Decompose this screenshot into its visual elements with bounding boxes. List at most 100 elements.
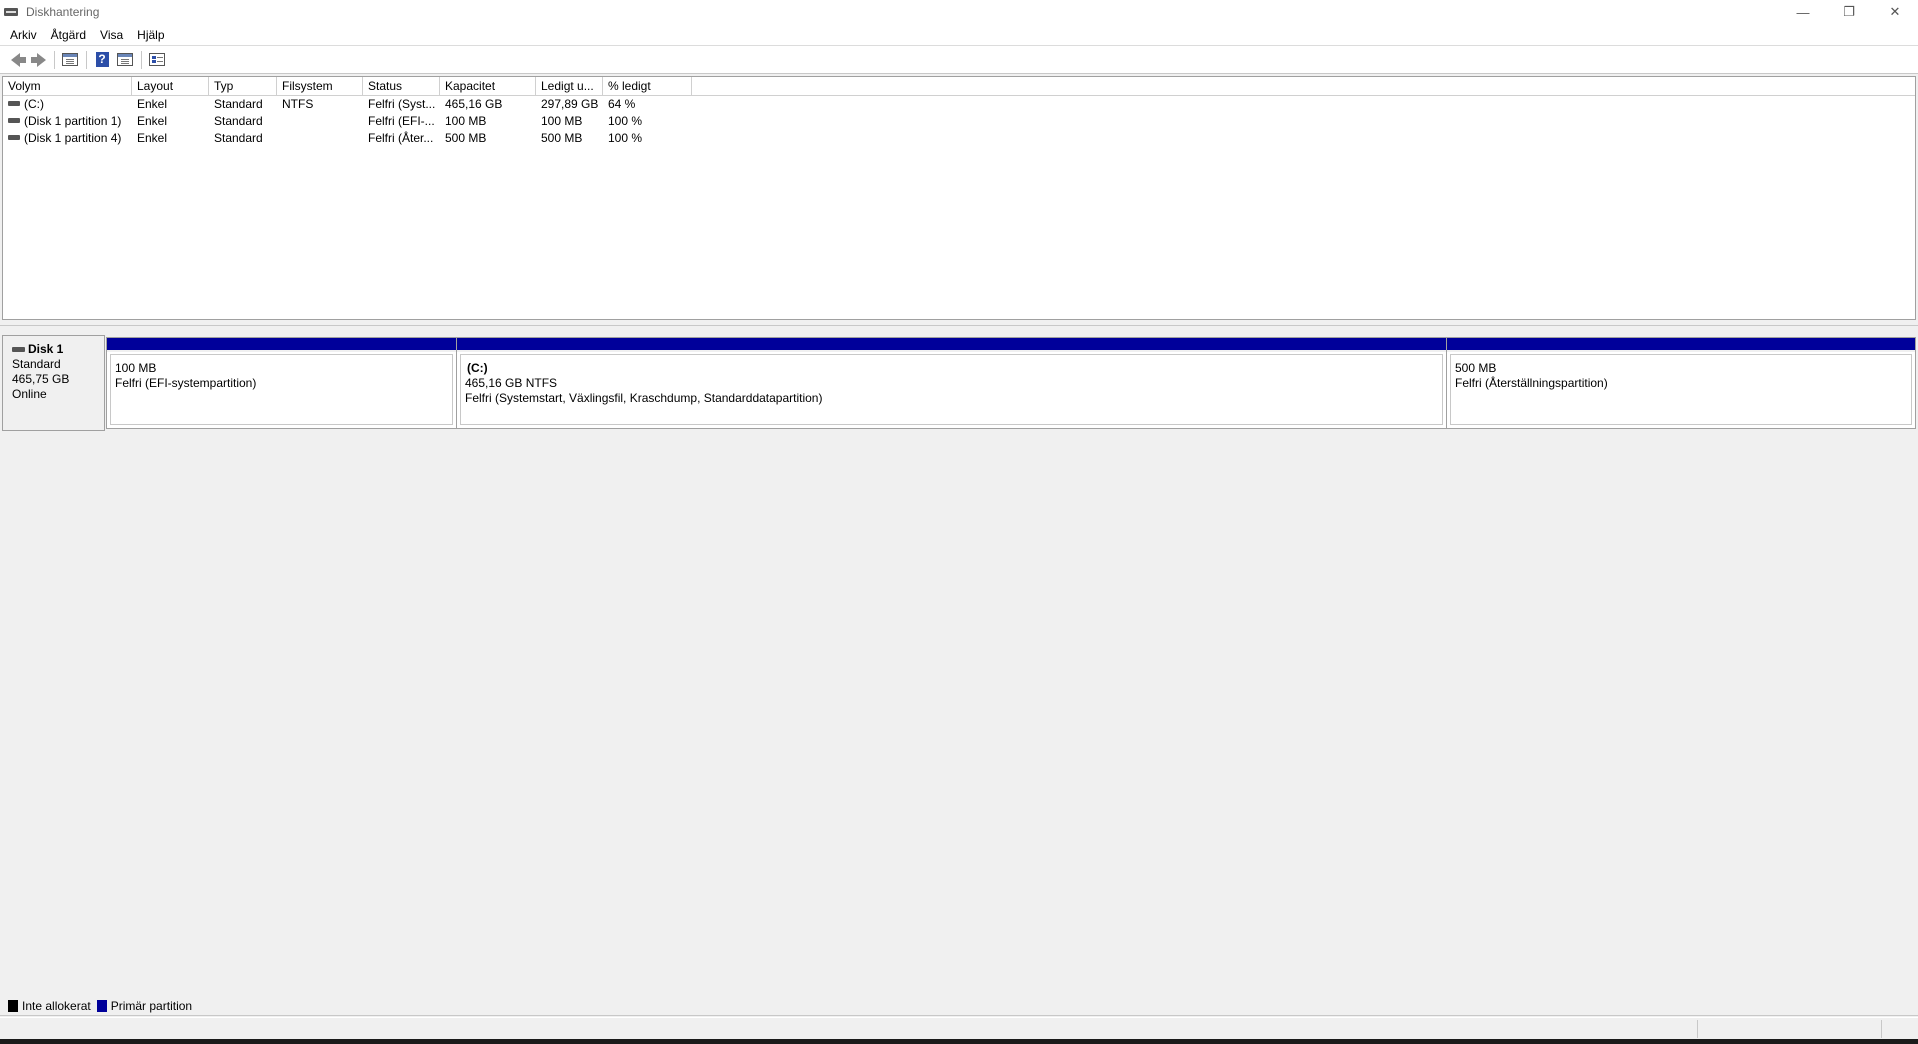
toolbar-separator [86, 50, 87, 69]
primary-partition-bar [107, 338, 456, 352]
partition-body: 100 MB Felfri (EFI-systempartition) [110, 354, 453, 425]
partition-c[interactable]: (C:) 465,16 GB NTFS Felfri (Systemstart,… [457, 338, 1447, 428]
column-header-kapacitet[interactable]: Kapacitet [440, 77, 536, 96]
toolbar-separator [141, 50, 142, 69]
menu-hjalp[interactable]: Hjälp [130, 25, 171, 45]
type-cell: Standard [214, 131, 263, 145]
volume-name: (C:) [24, 97, 44, 111]
column-header-volym[interactable]: Volym [3, 77, 132, 96]
free-space-cell: 297,89 GB [541, 97, 599, 111]
menu-arkiv[interactable]: Arkiv [3, 25, 44, 45]
capacity-cell: 100 MB [445, 114, 487, 128]
disk-info-block[interactable]: Disk 1 Standard 465,75 GB Online [2, 335, 105, 431]
legend-swatch-unallocated [8, 999, 18, 1012]
menu-visa[interactable]: Visa [93, 25, 130, 45]
pane-splitter[interactable] [0, 320, 1918, 326]
disk-name: Disk 1 [28, 342, 64, 356]
type-cell: Standard [214, 114, 263, 128]
column-header-ledigt-utrymme[interactable]: Ledigt u... [536, 77, 603, 96]
disk-management-icon [4, 5, 20, 19]
partition-size: 100 MB [115, 361, 157, 375]
partition-status: Felfri (Systemstart, Växlingsfil, Krasch… [465, 391, 823, 405]
partition-efi[interactable]: 100 MB Felfri (EFI-systempartition) [107, 338, 457, 428]
status-bar [0, 1017, 1918, 1039]
filesystem-cell [277, 113, 363, 130]
layout-cell: Enkel [137, 97, 168, 111]
partition-body: (C:) 465,16 GB NTFS Felfri (Systemstart,… [460, 354, 1443, 425]
partition-size: 500 MB [1455, 361, 1497, 375]
volume-icon [8, 135, 20, 141]
column-header-typ[interactable]: Typ [209, 77, 277, 96]
show-action-pane-button[interactable] [114, 49, 136, 71]
layout-cell: Enkel [137, 114, 168, 128]
disk-type: Standard [12, 357, 61, 371]
show-hide-console-tree-button[interactable] [59, 49, 81, 71]
capacity-cell: 465,16 GB [445, 97, 503, 111]
window-controls: — ❐ ✕ [1780, 0, 1918, 24]
partition-status: Felfri (Återställningspartition) [1455, 376, 1608, 390]
back-button[interactable] [4, 49, 26, 71]
partition-body: 500 MB Felfri (Återställningspartition) [1450, 354, 1912, 425]
primary-partition-bar [1447, 338, 1915, 352]
volume-name: (Disk 1 partition 4) [24, 131, 122, 145]
forward-arrow-icon [30, 52, 46, 67]
toolbar-separator [54, 50, 55, 69]
volume-row-c[interactable]: (C:) Enkel Standard NTFS Felfri (Syst...… [3, 96, 1915, 113]
volume-name-cell: (C:) [3, 96, 132, 113]
partition-map: 100 MB Felfri (EFI-systempartition) (C:)… [106, 337, 1916, 429]
help-icon: ? [95, 52, 109, 67]
volume-list-pane: Volym Layout Typ Filsystem Status Kapaci… [2, 76, 1916, 320]
volume-name-cell: (Disk 1 partition 4) [3, 130, 132, 147]
type-cell: Standard [214, 97, 263, 111]
partition-status: Felfri (EFI-systempartition) [115, 376, 257, 390]
minimize-button[interactable]: — [1780, 0, 1826, 24]
volume-icon [8, 118, 20, 124]
status-cell: Felfri (Syst... [368, 97, 436, 111]
column-header-filsystem[interactable]: Filsystem [277, 77, 363, 96]
console-tree-icon [62, 53, 78, 66]
column-header-status[interactable]: Status [363, 77, 440, 96]
window-title: Diskhantering [26, 5, 100, 19]
taskbar-edge [0, 1039, 1918, 1044]
restore-button[interactable]: ❐ [1826, 0, 1872, 24]
filesystem-cell [277, 130, 363, 147]
layout-cell: Enkel [137, 131, 168, 145]
status-separator [1881, 1020, 1882, 1038]
percent-free-cell: 100 % [608, 114, 643, 128]
disk-name-row: Disk 1 [12, 342, 104, 357]
volume-row-disk1-partition1[interactable]: (Disk 1 partition 1) Enkel Standard Felf… [3, 113, 1915, 130]
status-cell: Felfri (EFI-... [368, 114, 435, 128]
menu-bar: Arkiv Åtgärd Visa Hjälp [0, 24, 1918, 46]
volume-row-disk1-partition4[interactable]: (Disk 1 partition 4) Enkel Standard Felf… [3, 130, 1915, 147]
legend-swatch-primary [96, 999, 107, 1012]
column-header-procent-ledigt[interactable]: % ledigt [603, 77, 692, 96]
forward-button[interactable] [27, 49, 49, 71]
legend-bar: Inte allokerat Primär partition [0, 996, 1918, 1016]
legend-label-primary: Primär partition [110, 998, 193, 1013]
free-space-cell: 100 MB [541, 114, 583, 128]
title-bar: Diskhantering — ❐ ✕ [0, 0, 1918, 24]
capacity-cell: 500 MB [445, 131, 487, 145]
help-button[interactable]: ? [91, 49, 113, 71]
properties-button[interactable] [146, 49, 168, 71]
volume-name-cell: (Disk 1 partition 1) [3, 113, 132, 130]
partition-recovery[interactable]: 500 MB Felfri (Återställningspartition) [1447, 338, 1915, 428]
filesystem-cell: NTFS [282, 97, 314, 111]
properties-icon [149, 53, 165, 66]
column-header-layout[interactable]: Layout [132, 77, 209, 96]
close-button[interactable]: ✕ [1872, 0, 1918, 24]
disk-state: Online [12, 387, 47, 401]
disk-size: 465,75 GB [12, 372, 70, 386]
menu-atgard[interactable]: Åtgärd [44, 25, 93, 45]
action-pane-icon [117, 53, 133, 66]
status-cell: Felfri (Åter... [368, 131, 434, 145]
partition-size: 465,16 GB NTFS [465, 376, 558, 390]
back-arrow-icon [10, 52, 26, 67]
column-header-row: Volym Layout Typ Filsystem Status Kapaci… [3, 77, 1915, 96]
percent-free-cell: 64 % [608, 97, 636, 111]
disk-graphical-pane: Disk 1 Standard 465,75 GB Online 100 MB … [0, 327, 1918, 999]
primary-partition-bar [457, 338, 1446, 352]
disk-icon [12, 347, 25, 352]
free-space-cell: 500 MB [541, 131, 583, 145]
volume-name: (Disk 1 partition 1) [24, 114, 122, 128]
